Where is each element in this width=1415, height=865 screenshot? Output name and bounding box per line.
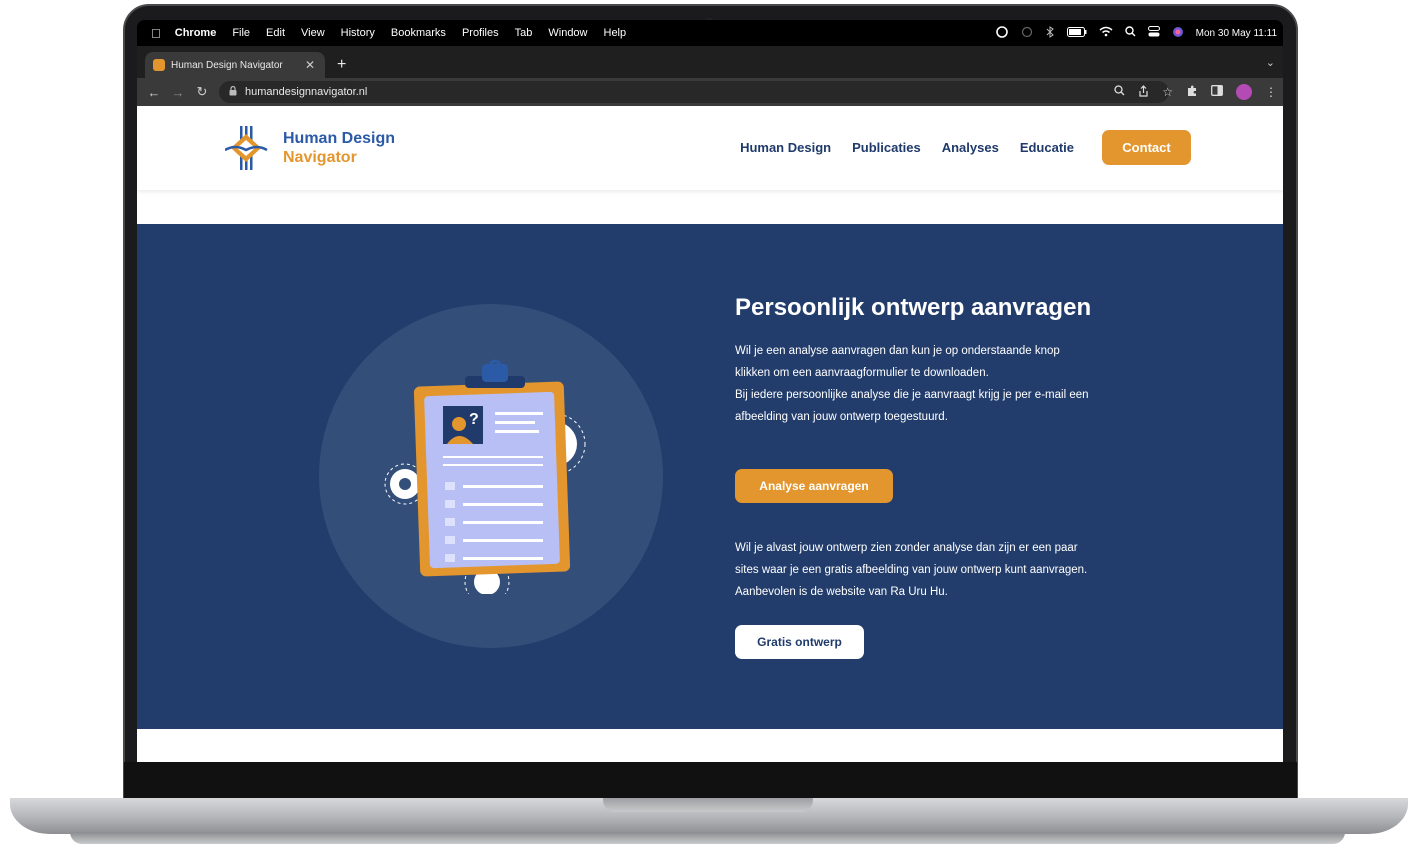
tab-search-chevron-icon[interactable]: ⌄ — [1266, 56, 1275, 69]
zoom-search-icon[interactable] — [1114, 85, 1125, 99]
intro-line: Wil je een analyse aanvragen dan kun je … — [735, 345, 1060, 357]
reload-icon[interactable]: ↻ — [195, 84, 209, 100]
menu-help[interactable]: Help — [604, 27, 627, 39]
menu-edit[interactable]: Edit — [266, 27, 285, 39]
secondary-line: sites waar je een gratis afbeelding van … — [735, 564, 1088, 576]
side-panel-icon[interactable] — [1211, 85, 1223, 99]
nav-publicaties[interactable]: Publicaties — [852, 140, 921, 155]
profile-avatar[interactable] — [1236, 84, 1252, 100]
laptop-base-shadow — [70, 832, 1345, 844]
screen:  Chrome File Edit View History Bookmark… — [137, 20, 1283, 762]
bluetooth-icon[interactable] — [1045, 25, 1055, 41]
close-tab-icon[interactable]: ✕ — [305, 58, 315, 72]
menu-bookmarks[interactable]: Bookmarks — [391, 27, 446, 39]
share-icon[interactable] — [1138, 84, 1149, 100]
intro-line: klikken om een aanvraagformulier te down… — [735, 367, 989, 379]
menubar-clock[interactable]: Mon 30 May 11:11 — [1196, 28, 1277, 39]
address-bar[interactable]: humandesignnavigator.nl — [219, 81, 1169, 103]
chrome-menu-icon[interactable]: ⋮ — [1265, 85, 1277, 99]
bookmark-star-icon[interactable]: ☆ — [1162, 85, 1173, 99]
menu-app-name[interactable]: Chrome — [175, 27, 217, 39]
analyse-aanvragen-button[interactable]: Analyse aanvragen — [735, 469, 893, 503]
new-tab-icon[interactable]: + — [337, 56, 346, 74]
logo-line1: Human Design — [283, 130, 396, 147]
site-logo[interactable]: Human Design Navigator — [225, 126, 395, 170]
gratis-ontwerp-button[interactable]: Gratis ontwerp — [735, 625, 864, 659]
siri-icon[interactable] — [1172, 26, 1184, 41]
nav-educatie[interactable]: Educatie — [1020, 140, 1074, 155]
website: Human Design Navigator Human Design Publ… — [137, 106, 1283, 762]
secondary-line: Wil je alvast jouw ontwerp zien zonder a… — [735, 542, 1078, 554]
laptop-chin — [124, 762, 1297, 802]
mac-menubar:  Chrome File Edit View History Bookmark… — [137, 20, 1283, 46]
menu-view[interactable]: View — [301, 27, 325, 39]
tab-strip: Human Design Navigator ✕ + ⌄ — [137, 46, 1283, 78]
status-icon[interactable] — [1021, 26, 1033, 41]
clipboard-illustration: ? — [384, 359, 586, 594]
hero-intro-text: Wil je een analyse aanvragen dan kun je … — [735, 340, 1135, 428]
control-center-icon[interactable] — [1147, 26, 1160, 40]
nav-human-design[interactable]: Human Design — [740, 140, 831, 155]
menu-tab[interactable]: Tab — [515, 27, 533, 39]
creative-cloud-icon[interactable] — [995, 25, 1009, 41]
extensions-puzzle-icon[interactable] — [1186, 85, 1198, 100]
favicon-icon — [153, 59, 165, 71]
tab-title: Human Design Navigator — [171, 59, 283, 71]
svg-text:?: ? — [469, 411, 479, 428]
wifi-icon[interactable] — [1099, 26, 1113, 40]
intro-line: afbeelding van jouw ontwerp toegestuurd. — [735, 411, 948, 423]
spotlight-search-icon[interactable] — [1124, 26, 1136, 40]
main-nav: Human Design Publicaties Analyses Educat… — [719, 130, 1191, 165]
secondary-line: Aanbevolen is de website van Ra Uru Hu. — [735, 586, 948, 598]
logo-line2: Navigator — [283, 149, 357, 166]
lock-icon — [229, 85, 237, 98]
human-design-logo-icon — [225, 126, 268, 170]
browser-toolbar: ← → ↻ humandesignnavigator.nl ☆ ⋮ — [137, 78, 1283, 106]
site-header: Human Design Navigator Human Design Publ… — [137, 106, 1283, 190]
hero-secondary-text: Wil je alvast jouw ontwerp zien zonder a… — [735, 537, 1135, 603]
menu-window[interactable]: Window — [548, 27, 587, 39]
intro-line: Bij iedere persoonlijke analyse die je a… — [735, 389, 1089, 401]
apple-icon[interactable]:  — [151, 26, 161, 41]
nav-analyses[interactable]: Analyses — [942, 140, 999, 155]
menu-profiles[interactable]: Profiles — [462, 27, 499, 39]
hero-title: Persoonlijk ontwerp aanvragen — [735, 294, 1092, 321]
back-arrow-icon[interactable]: ← — [147, 85, 161, 100]
url-text: humandesignnavigator.nl — [245, 86, 368, 98]
contact-button[interactable]: Contact — [1102, 130, 1191, 165]
hero-section: ? Persoonlijk ontwerp aanvragen Wil je e… — [137, 224, 1283, 729]
browser-tab[interactable]: Human Design Navigator ✕ — [145, 52, 325, 78]
menu-history[interactable]: History — [341, 27, 375, 39]
battery-icon[interactable] — [1066, 26, 1087, 40]
forward-arrow-icon[interactable]: → — [171, 85, 185, 100]
laptop-notch — [603, 798, 813, 812]
menu-file[interactable]: File — [232, 27, 250, 39]
